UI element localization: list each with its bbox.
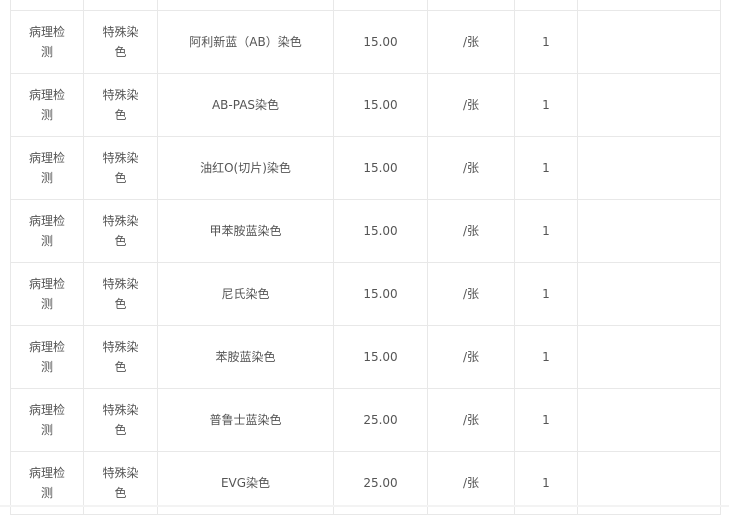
- table-row: 病理检测 特殊染色 AB-PAS染色 15.00 /张 1: [10, 73, 721, 137]
- item-name-cell: 阿利新蓝（AB）染色: [157, 10, 334, 74]
- quantity-cell: 1: [514, 136, 578, 200]
- quantity-cell: 1: [514, 10, 578, 74]
- table-row-partial: [10, 0, 721, 11]
- price-cell: 15.00: [333, 73, 428, 137]
- quantity-cell: 1: [514, 262, 578, 326]
- table-cell: [333, 0, 428, 11]
- item-name-cell: 尼氏染色: [157, 262, 334, 326]
- stain-type-cell: 特殊染色: [83, 325, 158, 389]
- category-cell: 病理检测: [10, 10, 84, 74]
- table-row: 病理检测 特殊染色 尼氏染色 15.00 /张 1: [10, 262, 721, 326]
- category-cell: 病理检测: [10, 73, 84, 137]
- price-cell: 15.00: [333, 262, 428, 326]
- unit-cell: /张: [427, 73, 515, 137]
- unit-cell: /张: [427, 325, 515, 389]
- table-cell: [427, 0, 515, 11]
- table-cell: [514, 0, 578, 11]
- price-cell: 15.00: [333, 325, 428, 389]
- stain-type-cell: 特殊染色: [83, 73, 158, 137]
- item-name-cell: AB-PAS染色: [157, 73, 334, 137]
- stain-type-cell: 特殊染色: [83, 388, 158, 452]
- quantity-cell: 1: [514, 199, 578, 263]
- quantity-cell: 1: [514, 73, 578, 137]
- quantity-cell: 1: [514, 325, 578, 389]
- unit-cell: /张: [427, 10, 515, 74]
- table-cell: [577, 0, 721, 11]
- category-cell: 病理检测: [10, 325, 84, 389]
- price-cell: 15.00: [333, 10, 428, 74]
- category-cell: 病理检测: [10, 262, 84, 326]
- category-cell: 病理检测: [10, 199, 84, 263]
- note-cell: [577, 388, 721, 452]
- price-cell: 25.00: [333, 388, 428, 452]
- table-cell: [157, 0, 334, 11]
- stain-type-cell: 特殊染色: [83, 199, 158, 263]
- note-cell: [577, 262, 721, 326]
- unit-cell: /张: [427, 262, 515, 326]
- unit-cell: /张: [427, 199, 515, 263]
- item-name-cell: 油红O(切片)染色: [157, 136, 334, 200]
- table-row: 病理检测 特殊染色 阿利新蓝（AB）染色 15.00 /张 1: [10, 10, 721, 74]
- note-cell: [577, 199, 721, 263]
- item-name-cell: 甲苯胺蓝染色: [157, 199, 334, 263]
- item-name-cell: 普鲁士蓝染色: [157, 388, 334, 452]
- table-row: 病理检测 特殊染色 油红O(切片)染色 15.00 /张 1: [10, 136, 721, 200]
- table-row: 病理检测 特殊染色 普鲁士蓝染色 25.00 /张 1: [10, 388, 721, 452]
- table-row: 病理检测 特殊染色 苯胺蓝染色 15.00 /张 1: [10, 325, 721, 389]
- category-cell: 病理检测: [10, 136, 84, 200]
- quantity-cell: 1: [514, 388, 578, 452]
- note-cell: [577, 10, 721, 74]
- price-cell: 15.00: [333, 199, 428, 263]
- table-cell: [83, 0, 158, 11]
- table-cell: [10, 0, 84, 11]
- note-cell: [577, 136, 721, 200]
- unit-cell: /张: [427, 136, 515, 200]
- table-row: 病理检测 特殊染色 甲苯胺蓝染色 15.00 /张 1: [10, 199, 721, 263]
- price-table-container: 病理检测 特殊染色 阿利新蓝（AB）染色 15.00 /张 1 病理检测 特殊染…: [10, 0, 721, 515]
- category-cell: 病理检测: [10, 388, 84, 452]
- stain-type-cell: 特殊染色: [83, 262, 158, 326]
- note-cell: [577, 73, 721, 137]
- item-name-cell: 苯胺蓝染色: [157, 325, 334, 389]
- unit-cell: /张: [427, 388, 515, 452]
- stain-type-cell: 特殊染色: [83, 10, 158, 74]
- note-cell: [577, 325, 721, 389]
- price-cell: 15.00: [333, 136, 428, 200]
- price-table: 病理检测 特殊染色 阿利新蓝（AB）染色 15.00 /张 1 病理检测 特殊染…: [10, 0, 721, 515]
- stain-type-cell: 特殊染色: [83, 136, 158, 200]
